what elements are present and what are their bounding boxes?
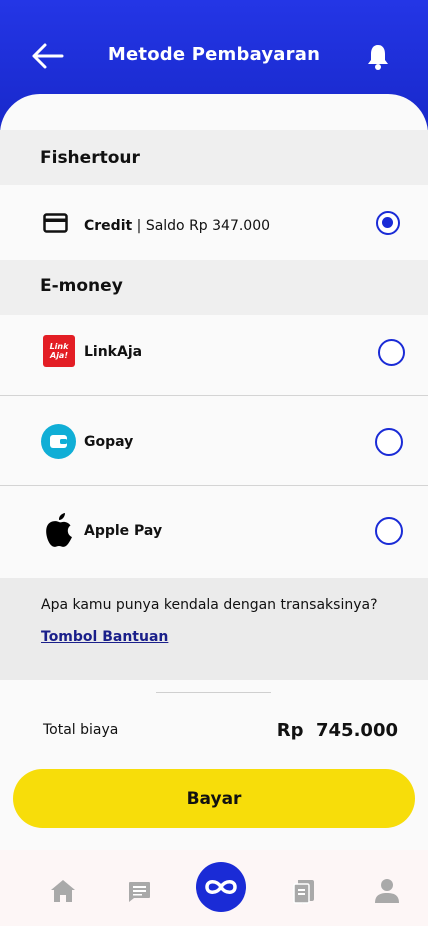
bottom-nav (0, 850, 428, 926)
linkaja-label: LinkAja (84, 344, 143, 360)
payment-option-credit[interactable]: Credit | Saldo Rp 347.000 (0, 185, 428, 260)
infinity-icon (205, 880, 237, 894)
bell-icon[interactable] (365, 43, 391, 71)
chat-icon[interactable] (128, 881, 151, 903)
radio-selected-dot (382, 217, 393, 228)
help-question: Apa kamu punya kendala dengan transaksin… (41, 597, 378, 613)
profile-icon[interactable] (374, 878, 400, 904)
drag-handle (156, 692, 271, 693)
payment-option-gopay[interactable]: Gopay (0, 396, 428, 485)
total-value: Rp 745.000 (276, 720, 398, 741)
payment-option-applepay[interactable]: Apple Pay (0, 486, 428, 578)
home-icon[interactable] (50, 879, 76, 903)
gopay-label: Gopay (84, 434, 134, 450)
gopay-wallet-icon (41, 424, 76, 459)
applepay-label: Apple Pay (84, 523, 163, 539)
credit-radio[interactable] (376, 211, 400, 235)
page-title: Metode Pembayaran (107, 44, 321, 65)
section-fishertour-title: Fishertour (0, 130, 428, 185)
help-button-link[interactable]: Tombol Bantuan (41, 629, 168, 645)
credit-card-icon (43, 213, 68, 233)
credit-balance: Saldo Rp 347.000 (145, 218, 271, 234)
receipt-icon[interactable] (293, 879, 315, 904)
help-section: Apa kamu punya kendala dengan transaksin… (0, 578, 428, 680)
linkaja-logo: Link Aja! (43, 335, 75, 367)
credit-label: Credit | Saldo Rp 347.000 (84, 218, 270, 234)
applepay-radio[interactable] (375, 517, 403, 545)
pay-button[interactable]: Bayar (13, 769, 415, 828)
section-emoney-title: E-money (0, 260, 428, 315)
credit-title: Credit (84, 218, 133, 234)
gopay-radio[interactable] (375, 428, 403, 456)
credit-separator: | (132, 218, 146, 234)
apple-icon (46, 513, 72, 547)
linkaja-radio[interactable] (378, 339, 405, 366)
total-label: Total biaya (43, 722, 119, 738)
linkaja-logo-text: Link Aja! (49, 342, 69, 360)
infinity-center-button[interactable] (196, 862, 246, 912)
payment-option-linkaja[interactable]: Link Aja! LinkAja (0, 315, 428, 395)
